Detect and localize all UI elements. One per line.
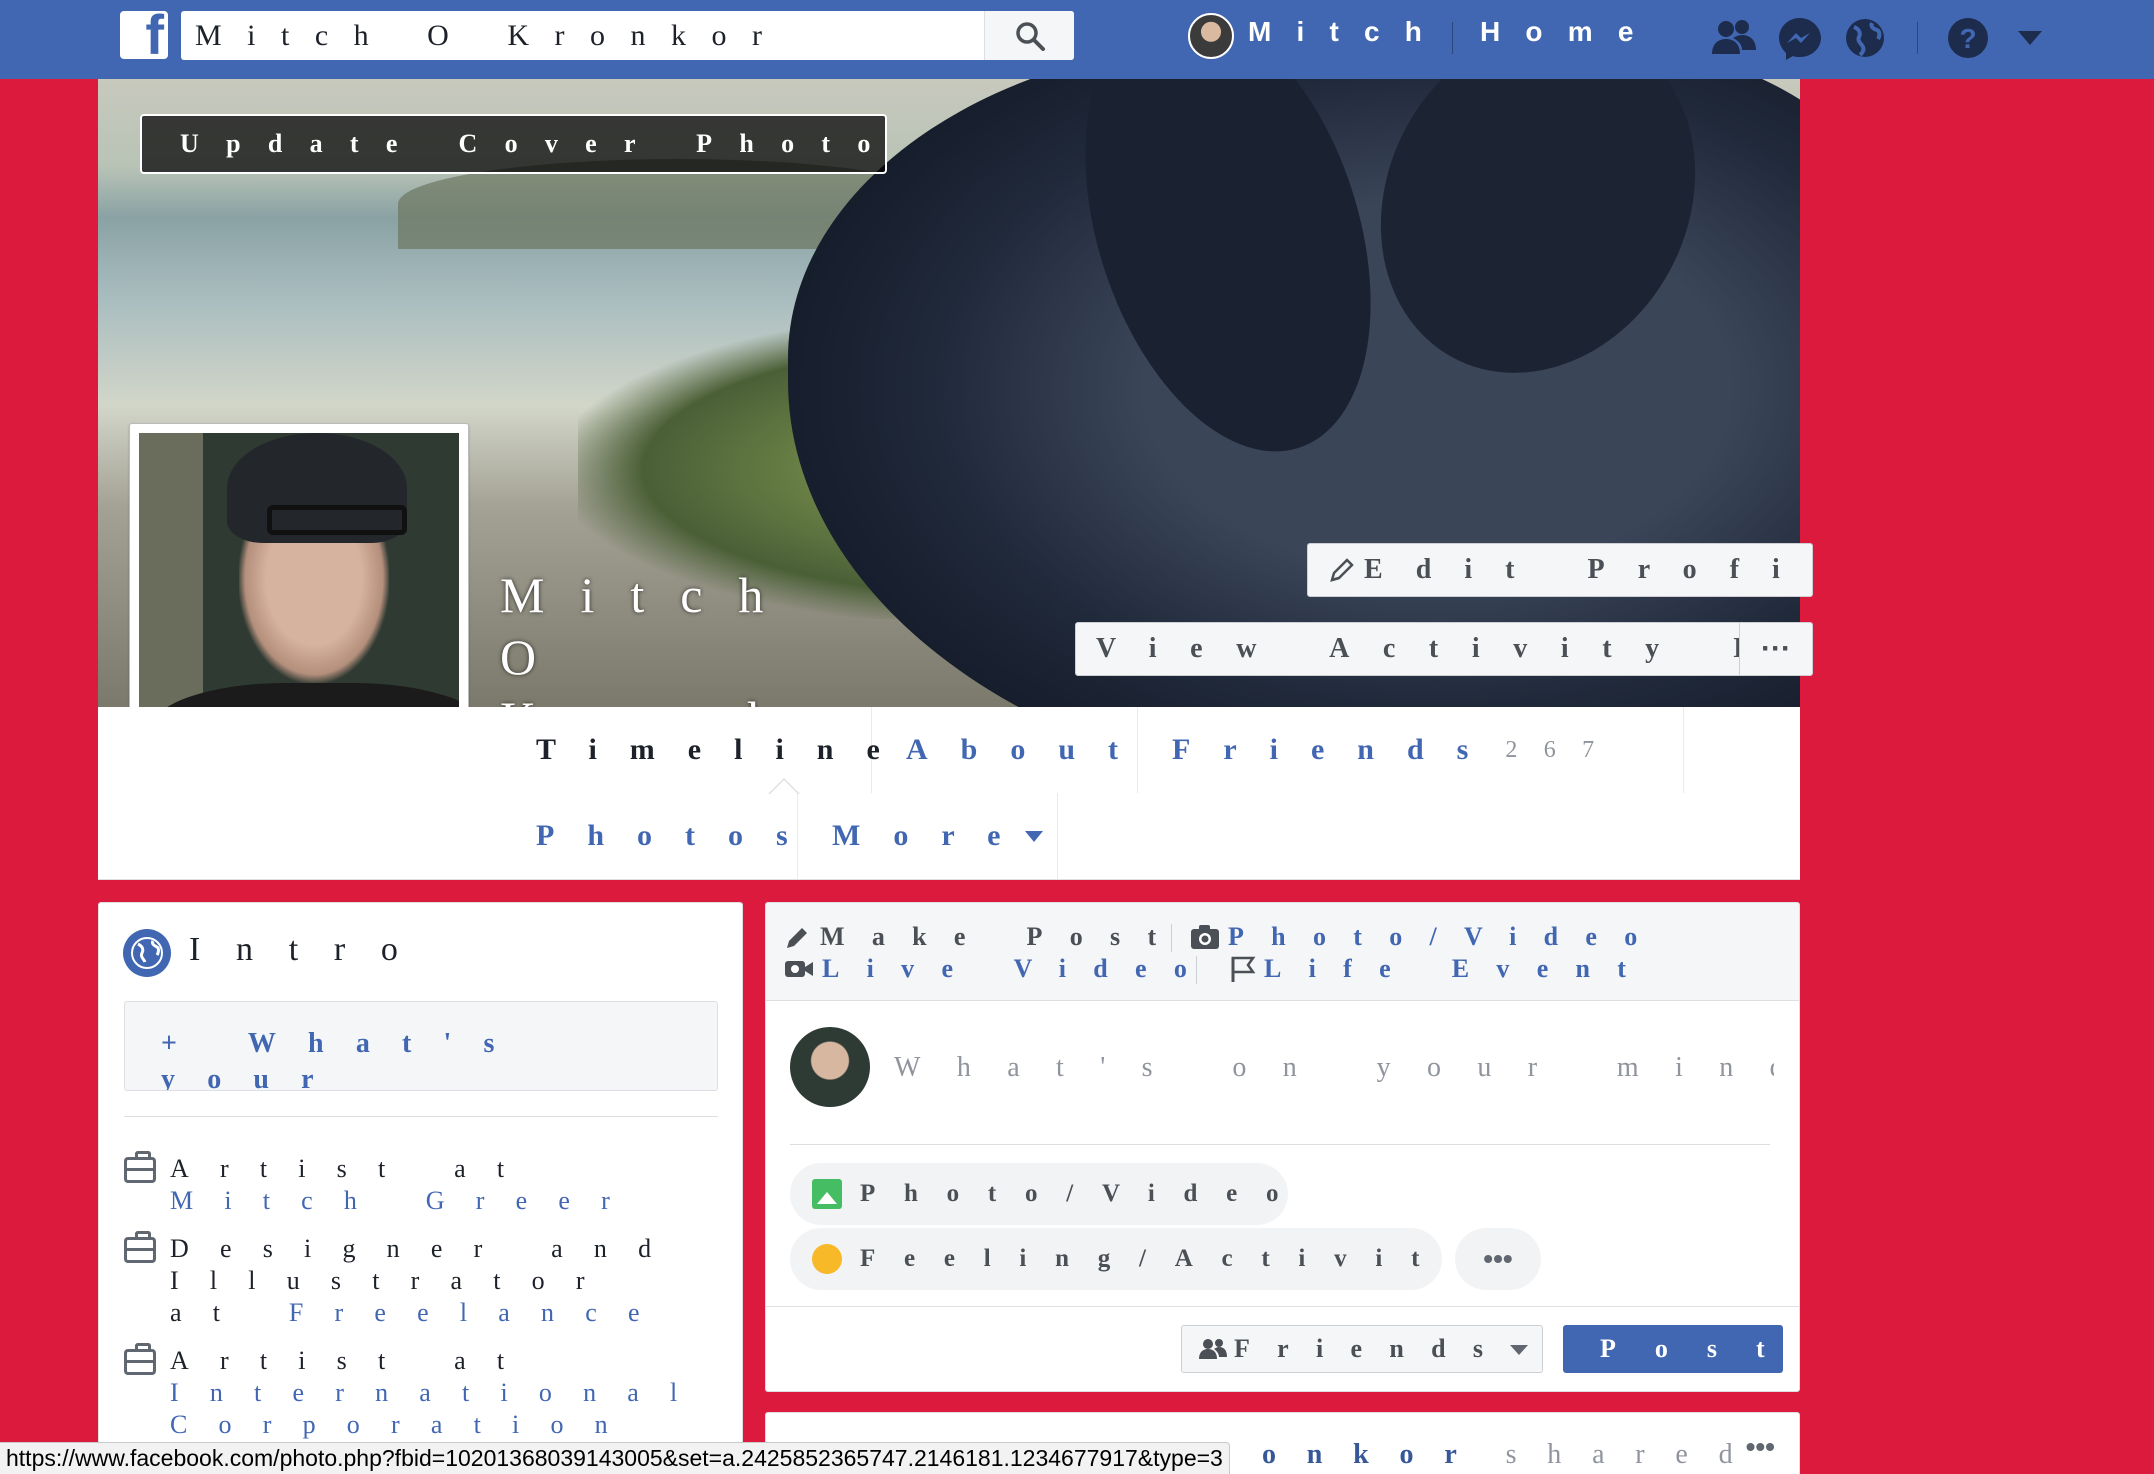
divider [766, 1306, 1799, 1307]
facebook-logo-icon[interactable]: f [120, 11, 168, 59]
feeling-activity-button[interactable]: Feeling/Activity [790, 1228, 1442, 1290]
profile-link[interactable]: Mitch [1248, 16, 1447, 48]
friend-requests-icon[interactable] [1711, 15, 1757, 61]
pencil-icon [787, 928, 807, 948]
edit-profile-button[interactable]: Edit Profile [1307, 543, 1813, 597]
search-button[interactable] [984, 11, 1074, 60]
home-link[interactable]: Home [1480, 16, 1659, 48]
more-options-button[interactable]: ••• [1455, 1228, 1541, 1290]
tab-timeline[interactable]: Timeline [502, 707, 880, 793]
work-org-link[interactable]: Freelance [289, 1298, 671, 1327]
work-org-link[interactable]: Mitch Greer [170, 1186, 641, 1215]
top-navigation-bar: f Mitch Home ? [0, 0, 2154, 79]
pencil-icon [1330, 558, 1354, 582]
account-menu-caret-icon[interactable] [2007, 15, 2053, 61]
nav-divider [1452, 22, 1453, 54]
search-box [181, 11, 1074, 60]
video-camera-icon [785, 961, 813, 977]
search-icon [1015, 21, 1045, 51]
search-input[interactable] [195, 11, 1074, 60]
edit-profile-label: Edit Profile [1364, 554, 1813, 585]
active-tab-indicator [768, 778, 800, 794]
tab-photos[interactable]: Photos [502, 793, 798, 879]
composer-avatar [790, 1027, 870, 1107]
smiley-icon [812, 1244, 842, 1274]
story-header: onkor shared [1262, 1439, 1763, 1471]
tab-make-post[interactable]: Make Post [784, 922, 1183, 952]
friends-icon [1199, 1339, 1227, 1359]
story-action: shared [1505, 1439, 1764, 1470]
intro-card: Intro + What's your favorite quote? Arti… [98, 902, 743, 1474]
chevron-down-icon [1025, 830, 1044, 842]
briefcase-icon [124, 1151, 156, 1183]
user-avatar[interactable] [1188, 13, 1234, 59]
globe-icon [123, 929, 171, 977]
divider [790, 1144, 1770, 1145]
add-bio-label: + What's your favorite quote? [161, 1028, 527, 1091]
tab-friends[interactable]: Friends 267 [1138, 707, 1684, 793]
activity-log-label: View Activity Log [1096, 633, 1739, 664]
story-options-button[interactable]: ••• [1746, 1431, 1775, 1463]
photo-icon [812, 1179, 842, 1209]
briefcase-icon [124, 1343, 156, 1375]
chevron-down-icon [1510, 1345, 1528, 1355]
work-org-link[interactable]: International Corporation [170, 1378, 708, 1439]
help-icon[interactable]: ? [1945, 15, 1991, 61]
tab-more[interactable]: More [798, 793, 1058, 879]
profile-tabs: Timeline About Friends 267 Photos More [98, 707, 1800, 880]
tab-photo-video[interactable]: Photo/Video [1190, 922, 1665, 952]
intro-title: Intro [189, 931, 434, 968]
profile-more-options-button[interactable]: ··· [1739, 622, 1813, 676]
view-activity-log-button[interactable]: View Activity Log [1075, 622, 1740, 676]
divider [124, 1116, 718, 1117]
camera-icon [1191, 925, 1219, 949]
nav-divider [1917, 22, 1918, 54]
audience-selector[interactable]: Friends [1181, 1325, 1543, 1373]
add-bio-button[interactable]: + What's your favorite quote? [124, 1001, 718, 1091]
flag-icon [1231, 956, 1256, 982]
composer-tabs: Make Post Photo/Video Live Video Life Ev… [766, 903, 1799, 1001]
photo-video-button[interactable]: Photo/Video [790, 1163, 1288, 1225]
post-composer: Make Post Photo/Video Live Video Life Ev… [765, 902, 1800, 1392]
tab-about[interactable]: About [872, 707, 1138, 793]
story-author-link[interactable]: onkor [1262, 1439, 1488, 1470]
messenger-icon[interactable] [1777, 15, 1823, 61]
post-button[interactable]: Post [1563, 1325, 1783, 1373]
svg-text:?: ? [1959, 23, 1976, 54]
status-input[interactable] [894, 1043, 1774, 1093]
update-cover-label: Update Cover Photo [180, 129, 887, 158]
tab-life-event[interactable]: Life Event [1230, 954, 1653, 984]
notifications-globe-icon[interactable] [1842, 15, 1888, 61]
friends-count: 267 [1505, 736, 1621, 763]
tab-live-video[interactable]: Live Video [784, 954, 1214, 984]
status-bar-url: https://www.facebook.com/photo.php?fbid=… [0, 1442, 1230, 1474]
briefcase-icon [124, 1231, 156, 1263]
update-cover-photo-button[interactable]: Update Cover Photo [140, 114, 887, 174]
